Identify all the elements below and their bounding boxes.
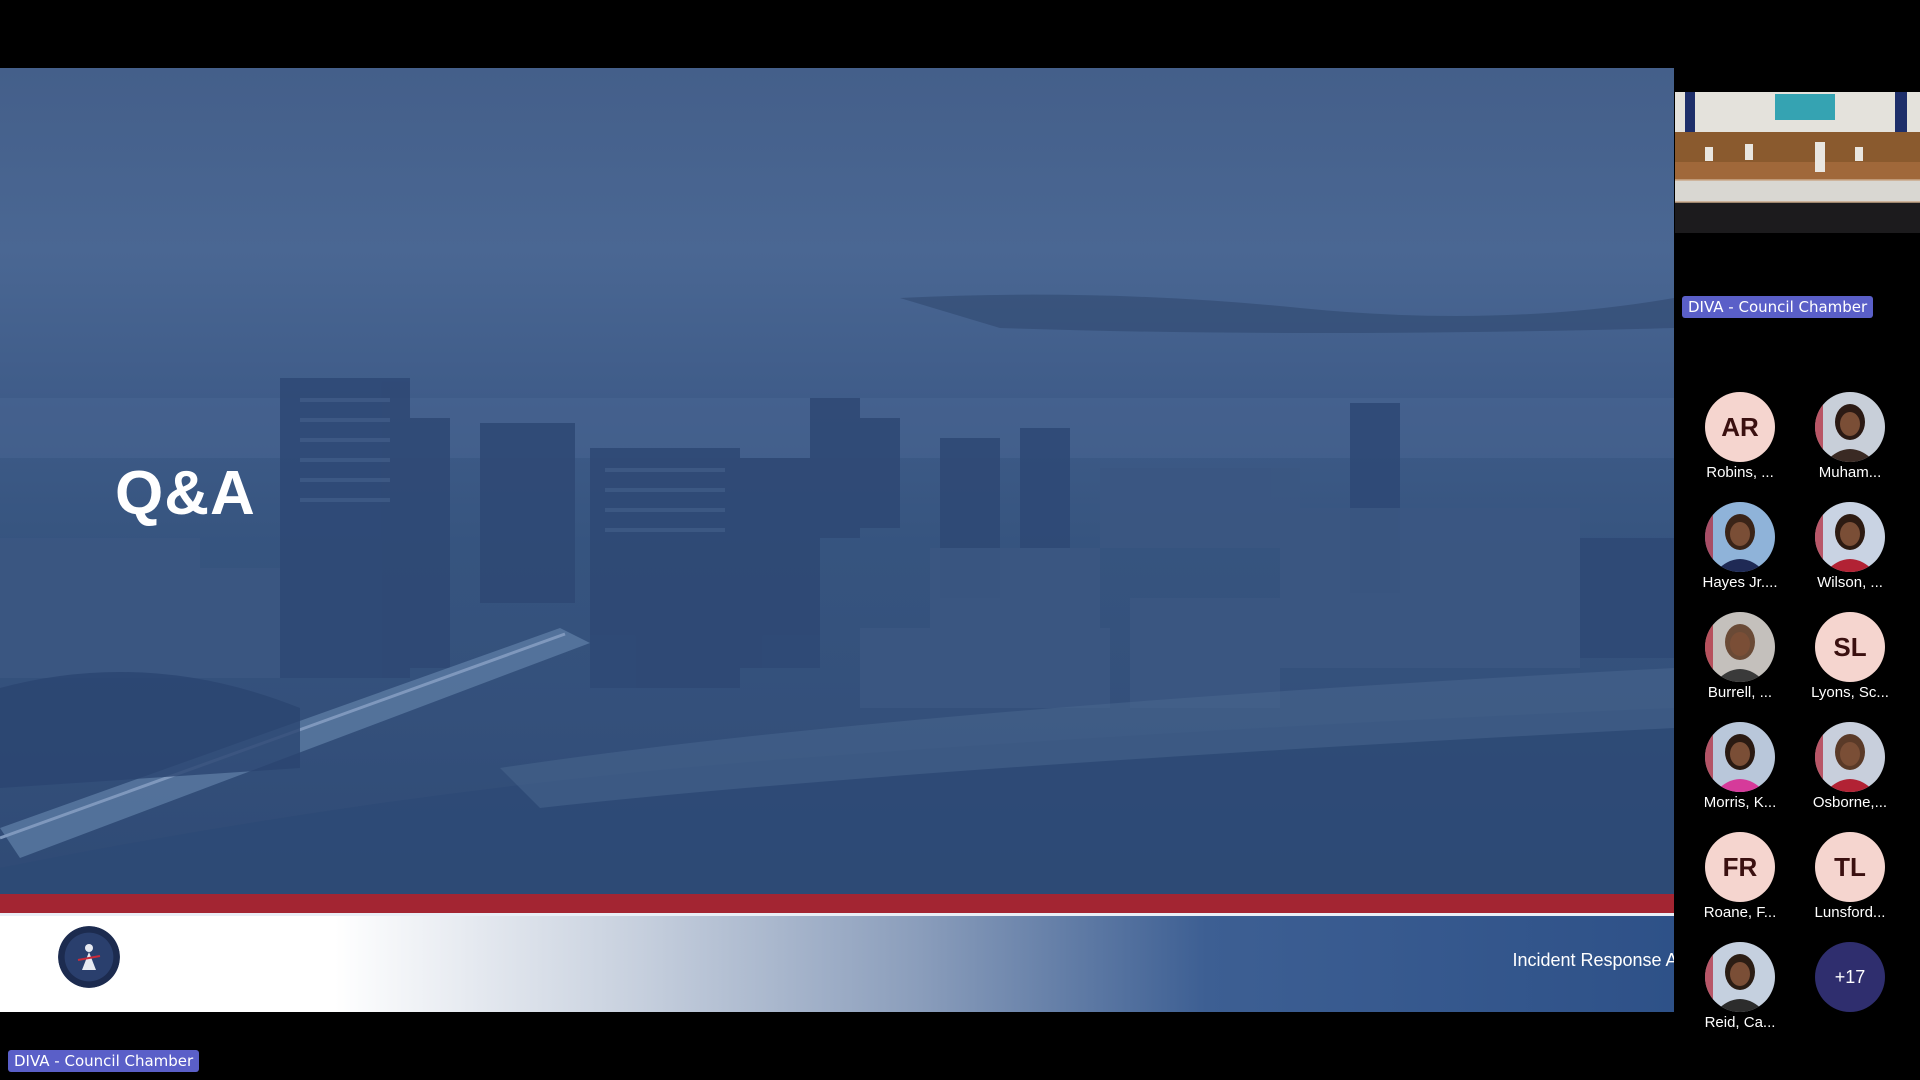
participant-tile[interactable]: SL Lyons, Sc...: [1800, 612, 1900, 701]
bottom-source-label: DIVA - Council Chamber: [8, 1050, 200, 1072]
person-photo-icon: [1815, 392, 1885, 462]
city-seal-icon: [58, 926, 120, 988]
video-source-label: DIVA - Council Chamber: [1682, 296, 1874, 318]
person-photo-icon: [1815, 502, 1885, 572]
person-photo-icon: [1705, 722, 1775, 792]
participant-name: Roane, F...: [1703, 904, 1777, 921]
participant-tile[interactable]: Burrell, ...: [1690, 612, 1790, 701]
participant-tile[interactable]: FR Roane, F...: [1690, 832, 1790, 921]
red-divider-band: [0, 894, 1674, 913]
participant-initials-avatar: FR: [1705, 832, 1775, 902]
person-photo-icon: [1705, 942, 1775, 1012]
participant-name: Lyons, Sc...: [1811, 684, 1889, 701]
participant-tile[interactable]: TL Lunsford...: [1800, 832, 1900, 921]
participant-name: Reid, Ca...: [1704, 1014, 1776, 1031]
participant-tile[interactable]: Reid, Ca...: [1690, 942, 1790, 1031]
participant-name: Wilson, ...: [1817, 574, 1883, 591]
participant-initials-avatar: TL: [1815, 832, 1885, 902]
participant-tile[interactable]: Muham...: [1800, 392, 1900, 481]
participant-name: Robins, ...: [1706, 464, 1774, 481]
participant-name: Burrell, ...: [1707, 684, 1773, 701]
participant-name: Morris, K...: [1703, 794, 1777, 811]
person-photo-icon: [1815, 722, 1885, 792]
council-chamber-video[interactable]: [1675, 92, 1920, 233]
participant-tile[interactable]: Osborne,...: [1800, 722, 1900, 811]
presentation-slide: Q&A: [0, 68, 1674, 1012]
participant-name: Hayes Jr....: [1702, 574, 1778, 591]
participant-tile[interactable]: Wilson, ...: [1800, 502, 1900, 591]
participant-name: Lunsford...: [1814, 904, 1886, 921]
slide-footer-band: [0, 916, 1674, 1012]
person-photo-icon: [1705, 502, 1775, 572]
slide-title: Q&A: [115, 459, 256, 528]
participant-initials-avatar: AR: [1705, 392, 1775, 462]
more-participants-button[interactable]: +17: [1800, 942, 1900, 1012]
participant-tile[interactable]: Hayes Jr....: [1690, 502, 1790, 591]
more-participants-count: +17: [1815, 942, 1885, 1012]
participant-name: Muham...: [1818, 464, 1882, 481]
participant-initials-avatar: SL: [1815, 612, 1885, 682]
participant-name: Osborne,...: [1812, 794, 1888, 811]
participant-tile[interactable]: AR Robins, ...: [1690, 392, 1790, 481]
person-photo-icon: [1705, 612, 1775, 682]
participant-tile[interactable]: Morris, K...: [1690, 722, 1790, 811]
